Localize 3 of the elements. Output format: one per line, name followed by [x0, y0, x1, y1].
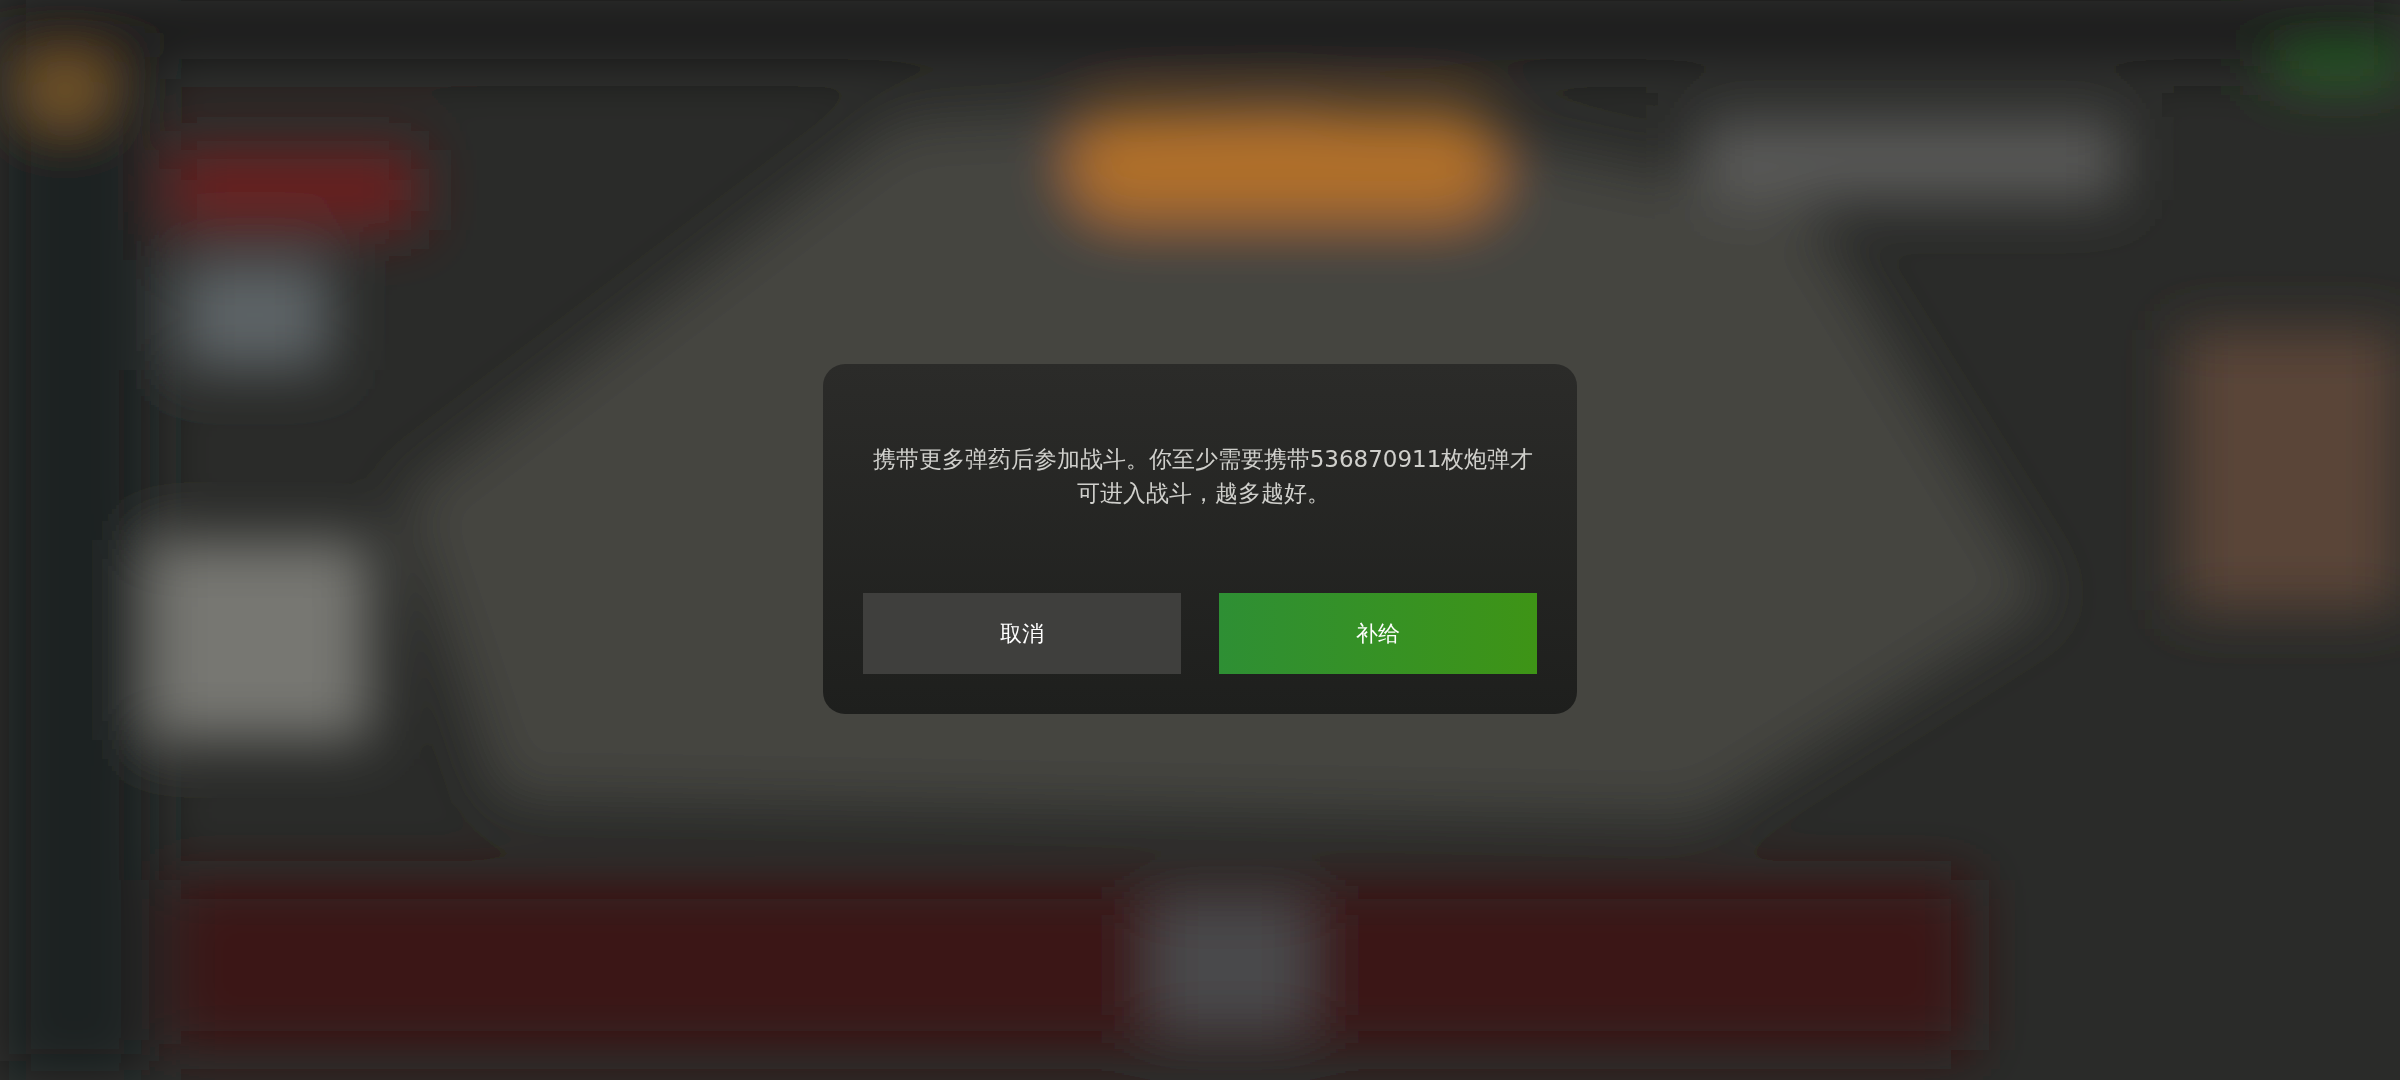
cancel-button[interactable]: 取消 [863, 593, 1181, 674]
dialog-message: 携带更多弹药后参加战斗。你至少需要携带536870911枚炮弹才可进入战斗，越多越好。 [871, 445, 1535, 508]
supply-button[interactable]: 补给 [1219, 593, 1537, 674]
